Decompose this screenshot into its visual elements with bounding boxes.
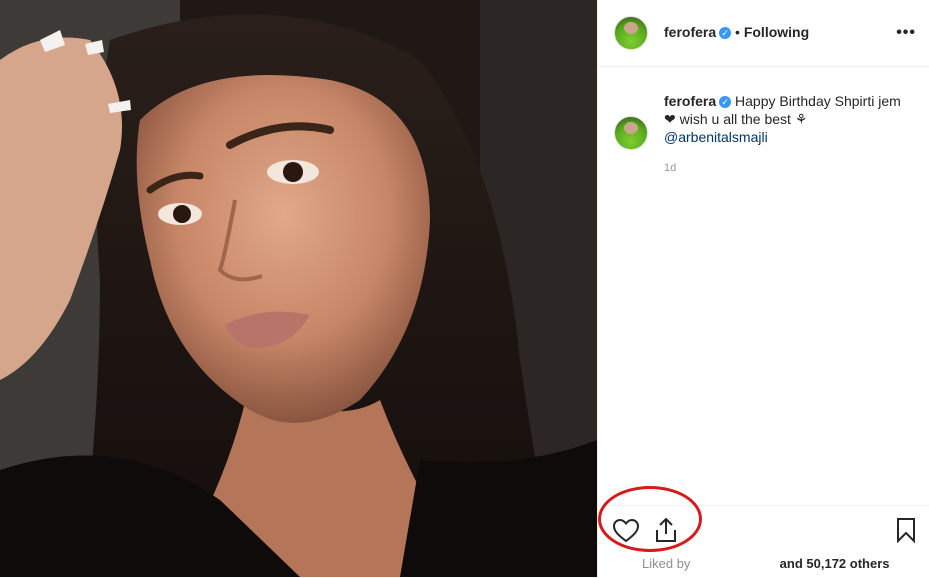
post-photo[interactable] [0,0,597,577]
flower-emoji-icon: ⚘ [794,111,808,127]
highlight-circle-annotation [598,486,702,552]
likes-prefix: Liked by [642,556,691,571]
post-timestamp[interactable]: 1d [664,162,676,174]
more-options-icon[interactable]: ••• [896,24,916,42]
heart-emoji-icon: ❤ [664,111,676,127]
following-button[interactable]: Following [744,24,809,40]
caption-mention-link[interactable]: @arbenitalsmajli [664,129,768,145]
header-user-line: ferofera ✓ • Following [664,24,809,40]
avatar[interactable] [614,16,648,50]
caption-text: Happy Birthday Shpirti jem [735,93,901,109]
header-username[interactable]: ferofera [664,24,716,40]
post-header: ferofera ✓ • Following ••• [598,0,929,67]
bookmark-icon[interactable] [896,517,916,543]
portrait-image [0,0,597,577]
follow-separator: • [735,24,740,40]
caption: ferofera ✓ Happy Birthday Shpirti jem ❤ w… [664,92,914,146]
likes-summary[interactable]: Liked by and 50,172 others [642,556,890,571]
caption-username[interactable]: ferofera [664,93,716,109]
likes-count[interactable]: and 50,172 others [780,556,890,571]
verified-badge-icon: ✓ [719,96,732,109]
caption-text-line2: wish u all the best [679,111,791,127]
verified-badge-icon: ✓ [719,27,732,40]
caption-avatar[interactable] [614,116,648,150]
